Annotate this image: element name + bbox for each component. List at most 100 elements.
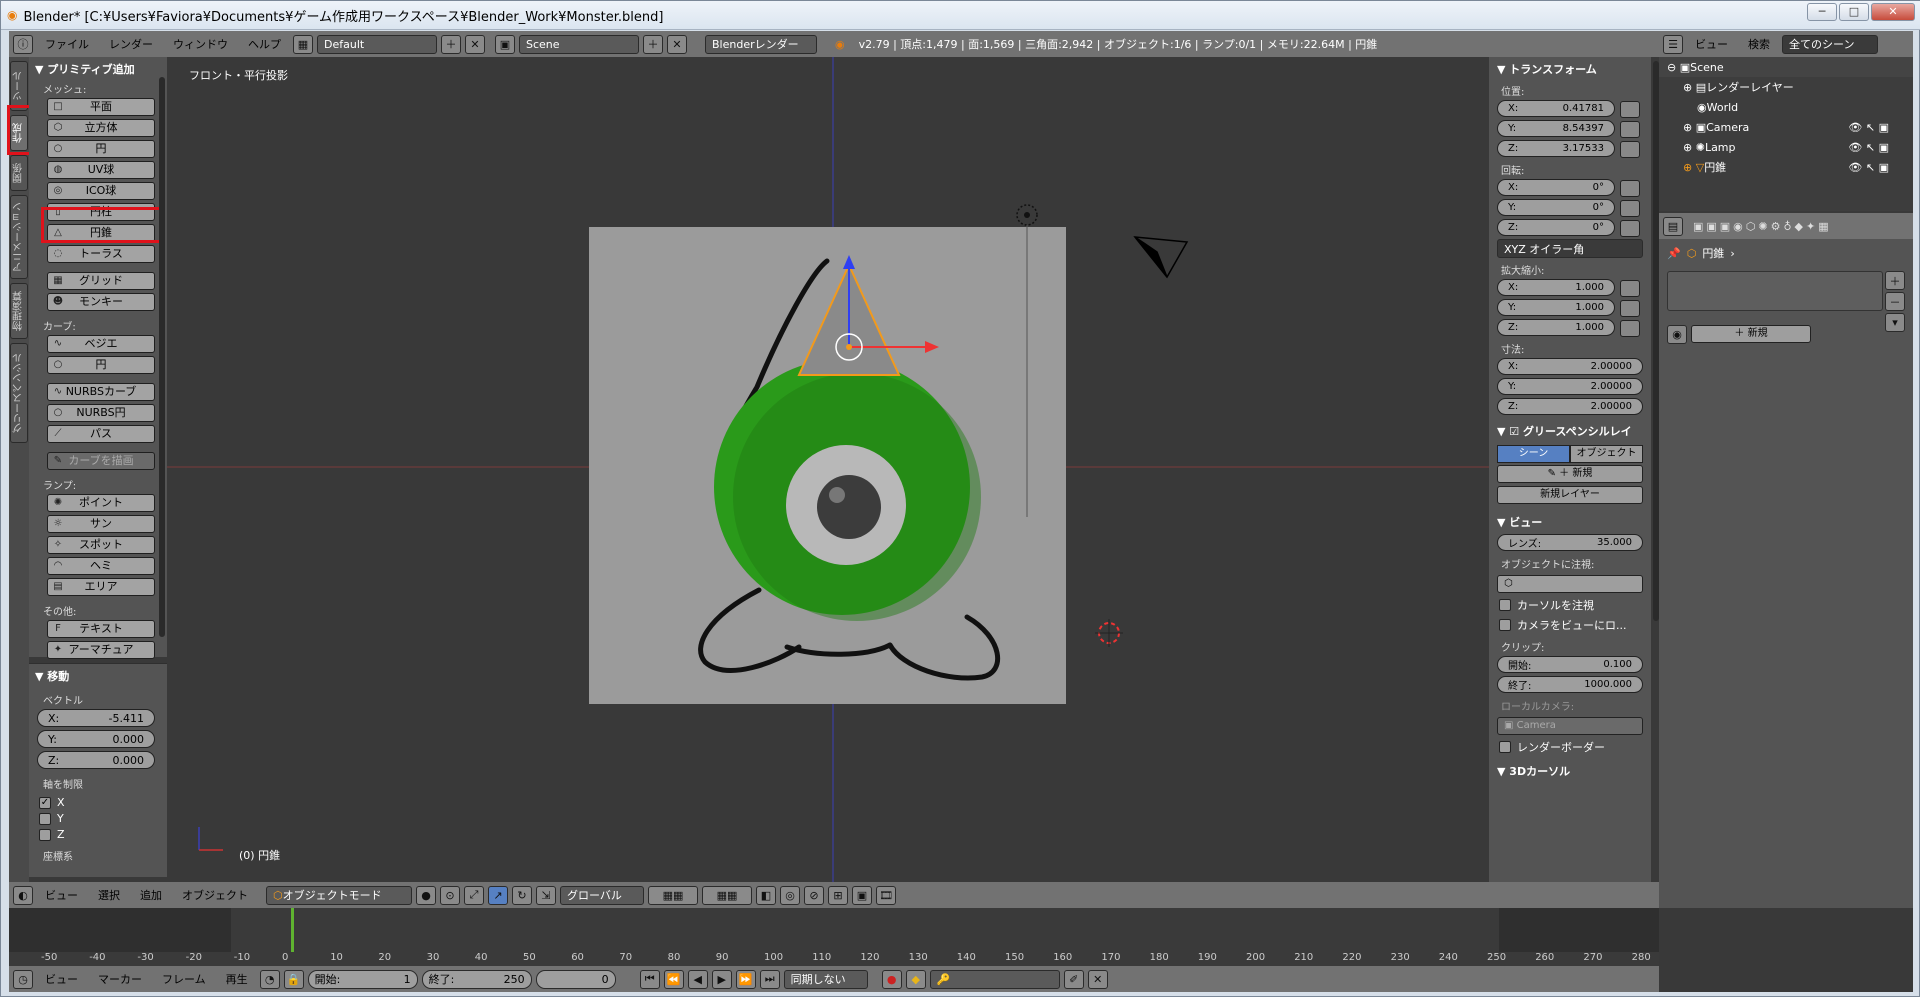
editor-type-info-icon[interactable]: ⓘ — [13, 34, 33, 54]
add-slot-icon[interactable]: ＋ — [1885, 271, 1905, 290]
proportional-icon[interactable]: ◎ — [780, 885, 800, 905]
manipulator-icon[interactable]: ⤢ — [464, 885, 484, 905]
rotation-x-field[interactable]: X: 0° — [1497, 179, 1640, 197]
orientation-dropdown[interactable]: グローバル — [560, 885, 644, 905]
insert-key-icon[interactable]: ✐ — [1063, 969, 1084, 989]
start-frame-field[interactable]: 開始: 1 — [307, 969, 418, 989]
lock-cursor-checkbox[interactable]: カーソルを注視 — [1499, 597, 1641, 613]
menu-window[interactable]: ウィンドウ — [165, 36, 236, 52]
add-cube-button[interactable]: ⬡ 立方体 — [47, 119, 155, 137]
delete-key-icon[interactable]: ✕ — [1087, 969, 1108, 989]
lock-icon[interactable] — [1620, 200, 1640, 217]
add-circle-button[interactable]: ○ 円 — [47, 140, 155, 158]
add-torus-button[interactable]: ◌ トーラス — [47, 245, 155, 263]
play-reverse-icon[interactable]: ◀ — [687, 969, 708, 989]
menu-file[interactable]: ファイル — [37, 36, 97, 52]
scene-icon[interactable]: ▣ — [495, 34, 515, 54]
add-ico-sphere-button[interactable]: ◎ ICO球 — [47, 182, 155, 200]
add-curve-circle-button[interactable]: ○ 円 — [47, 356, 155, 374]
add-armature-button[interactable]: ✦ アーマチュア — [47, 641, 155, 659]
lock-icon[interactable]: 🔒 — [283, 969, 304, 989]
lock-icon[interactable] — [1620, 121, 1640, 138]
rotation-y-field[interactable]: Y: 0° — [1497, 199, 1640, 217]
outliner-row-camera[interactable]: ⊕ ▣ Camera 👁 ↖ ▣ — [1659, 117, 1913, 137]
outliner-row-cone[interactable]: ⊕ ▽ 円錐 👁 ↖ ▣ — [1659, 157, 1913, 177]
add-monkey-button[interactable]: ☻ モンキー — [47, 293, 155, 311]
lock-icon[interactable] — [1620, 220, 1640, 237]
lock-icon[interactable] — [1620, 101, 1640, 118]
lock-icon[interactable] — [1620, 280, 1640, 297]
menu-select[interactable]: 選択 — [90, 887, 128, 903]
maximize-button[interactable]: □ — [1839, 3, 1869, 21]
play-icon[interactable]: ▶ — [711, 969, 732, 989]
panel-title-grease-pencil[interactable]: ▼ ☑ グリースペンシルレイ — [1489, 419, 1651, 443]
render-engine-dropdown[interactable]: Blenderレンダー — [705, 34, 817, 54]
jump-keyframe-back-icon[interactable]: ⏪ — [663, 969, 684, 989]
shelf-scrollbar[interactable] — [159, 77, 165, 637]
scale-z-field[interactable]: Z: 1.000 — [1497, 319, 1640, 337]
3d-cursor-icon[interactable] — [1095, 619, 1123, 647]
layers2-icon[interactable]: ▦▦ — [702, 885, 752, 905]
material-new-button[interactable]: ＋ 新規 — [1691, 325, 1811, 343]
timeline[interactable]: -50 -40 -30 -20 -10 0 10 20 30 40 50 60 70 80 90 100 110… — [9, 908, 1659, 966]
current-frame-marker[interactable] — [291, 908, 294, 952]
tab-animation[interactable]: アニメーション — [10, 195, 28, 279]
end-frame-field[interactable]: 終了: 250 — [421, 969, 532, 989]
3d-viewport[interactable]: フロント・平行投影 (0) 円錐 — [167, 57, 1489, 882]
location-y-field[interactable]: Y: 8.54397 — [1497, 120, 1640, 138]
panel-title-transform[interactable]: ▼ トランスフォーム — [1489, 57, 1651, 81]
outliner-row-render-layers[interactable]: ⊕ ▤ レンダーレイヤー — [1659, 77, 1913, 97]
dimension-z-field[interactable]: Z: 2.00000 — [1497, 398, 1643, 415]
menu-view[interactable]: ビュー — [37, 887, 86, 903]
rotation-mode-dropdown[interactable]: XYZ オイラー角 — [1497, 239, 1643, 258]
menu-object[interactable]: オブジェクト — [174, 887, 256, 903]
location-z-field[interactable]: Z: 3.17533 — [1497, 140, 1640, 158]
current-frame-field[interactable]: 0 — [535, 969, 616, 989]
tab-physics[interactable]: 物理演算 — [10, 283, 28, 339]
render-border-checkbox[interactable]: レンダーボーダー — [1499, 739, 1641, 755]
constraint-x-checkbox[interactable]: ✓ X — [39, 796, 157, 809]
editor-type-3d-icon[interactable]: ◐ — [13, 885, 33, 905]
draw-curve-button[interactable]: ✎ カーブを描画 — [47, 452, 155, 470]
camera-object[interactable] — [1133, 236, 1189, 279]
context-tabs-icons[interactable]: ▣▣▣◉⬡✺⚙♁◆✦▦ — [1693, 220, 1832, 233]
menu-marker[interactable]: マーカー — [90, 971, 150, 987]
minimize-button[interactable]: ─ — [1807, 3, 1837, 21]
remove-layout-icon[interactable]: ✕ — [465, 34, 485, 54]
jump-end-icon[interactable]: ⏭ — [759, 969, 780, 989]
lens-field[interactable]: レンズ: 35.000 — [1497, 534, 1643, 551]
outliner-filter-dropdown[interactable]: 全てのシーン — [1782, 34, 1878, 54]
shading-icon[interactable]: ● — [416, 885, 436, 905]
slot-menu-icon[interactable]: ▾ — [1885, 313, 1905, 332]
visibility-eye-icon[interactable]: 👁 ↖ ▣ — [1848, 121, 1889, 134]
menu-help[interactable]: ヘルプ — [240, 36, 289, 52]
rotation-z-field[interactable]: Z: 0° — [1497, 219, 1640, 237]
rotate-icon[interactable]: ↻ — [512, 885, 532, 905]
jump-keyframe-forward-icon[interactable]: ⏩ — [735, 969, 756, 989]
menu-frame[interactable]: フレーム — [154, 971, 214, 987]
constraint-z-checkbox[interactable]: Z — [39, 828, 157, 841]
lock-icon[interactable] — [1620, 141, 1640, 158]
sync-dropdown[interactable]: 同期しない — [783, 969, 868, 989]
snap-icon[interactable]: ⊘ — [804, 885, 824, 905]
translate-icon[interactable]: ↗ — [488, 885, 508, 905]
visibility-eye-icon[interactable]: 👁 ↖ ▣ — [1848, 141, 1889, 154]
gp-new-layer-button[interactable]: 新規レイヤー — [1497, 486, 1643, 504]
location-x-field[interactable]: X: 0.41781 — [1497, 100, 1640, 118]
scale-y-field[interactable]: Y: 1.000 — [1497, 299, 1640, 317]
clip-end-field[interactable]: 終了: 1000.000 — [1497, 676, 1643, 693]
remove-scene-icon[interactable]: ✕ — [667, 34, 687, 54]
clip-start-field[interactable]: 開始: 0.100 — [1497, 656, 1643, 673]
visibility-eye-icon[interactable]: 👁 ↖ ▣ — [1848, 161, 1889, 174]
vector-x-field[interactable]: X: -5.411 — [37, 709, 155, 727]
lock-icon[interactable] — [1620, 180, 1640, 197]
add-path-button[interactable]: ⟋ パス — [47, 425, 155, 443]
panel-title-move[interactable]: ▼ 移動 — [29, 664, 167, 688]
layers-icon[interactable]: ▦▦ — [648, 885, 698, 905]
outliner-row-lamp[interactable]: ⊕ ✺ Lamp 👁 ↖ ▣ — [1659, 137, 1913, 157]
menu-add[interactable]: 追加 — [132, 887, 170, 903]
tab-tools[interactable]: ツール — [10, 61, 28, 111]
scale-icon[interactable]: ⇲ — [536, 885, 556, 905]
editor-type-timeline-icon[interactable]: ◷ — [13, 969, 33, 989]
menu-render[interactable]: レンダー — [101, 36, 161, 52]
